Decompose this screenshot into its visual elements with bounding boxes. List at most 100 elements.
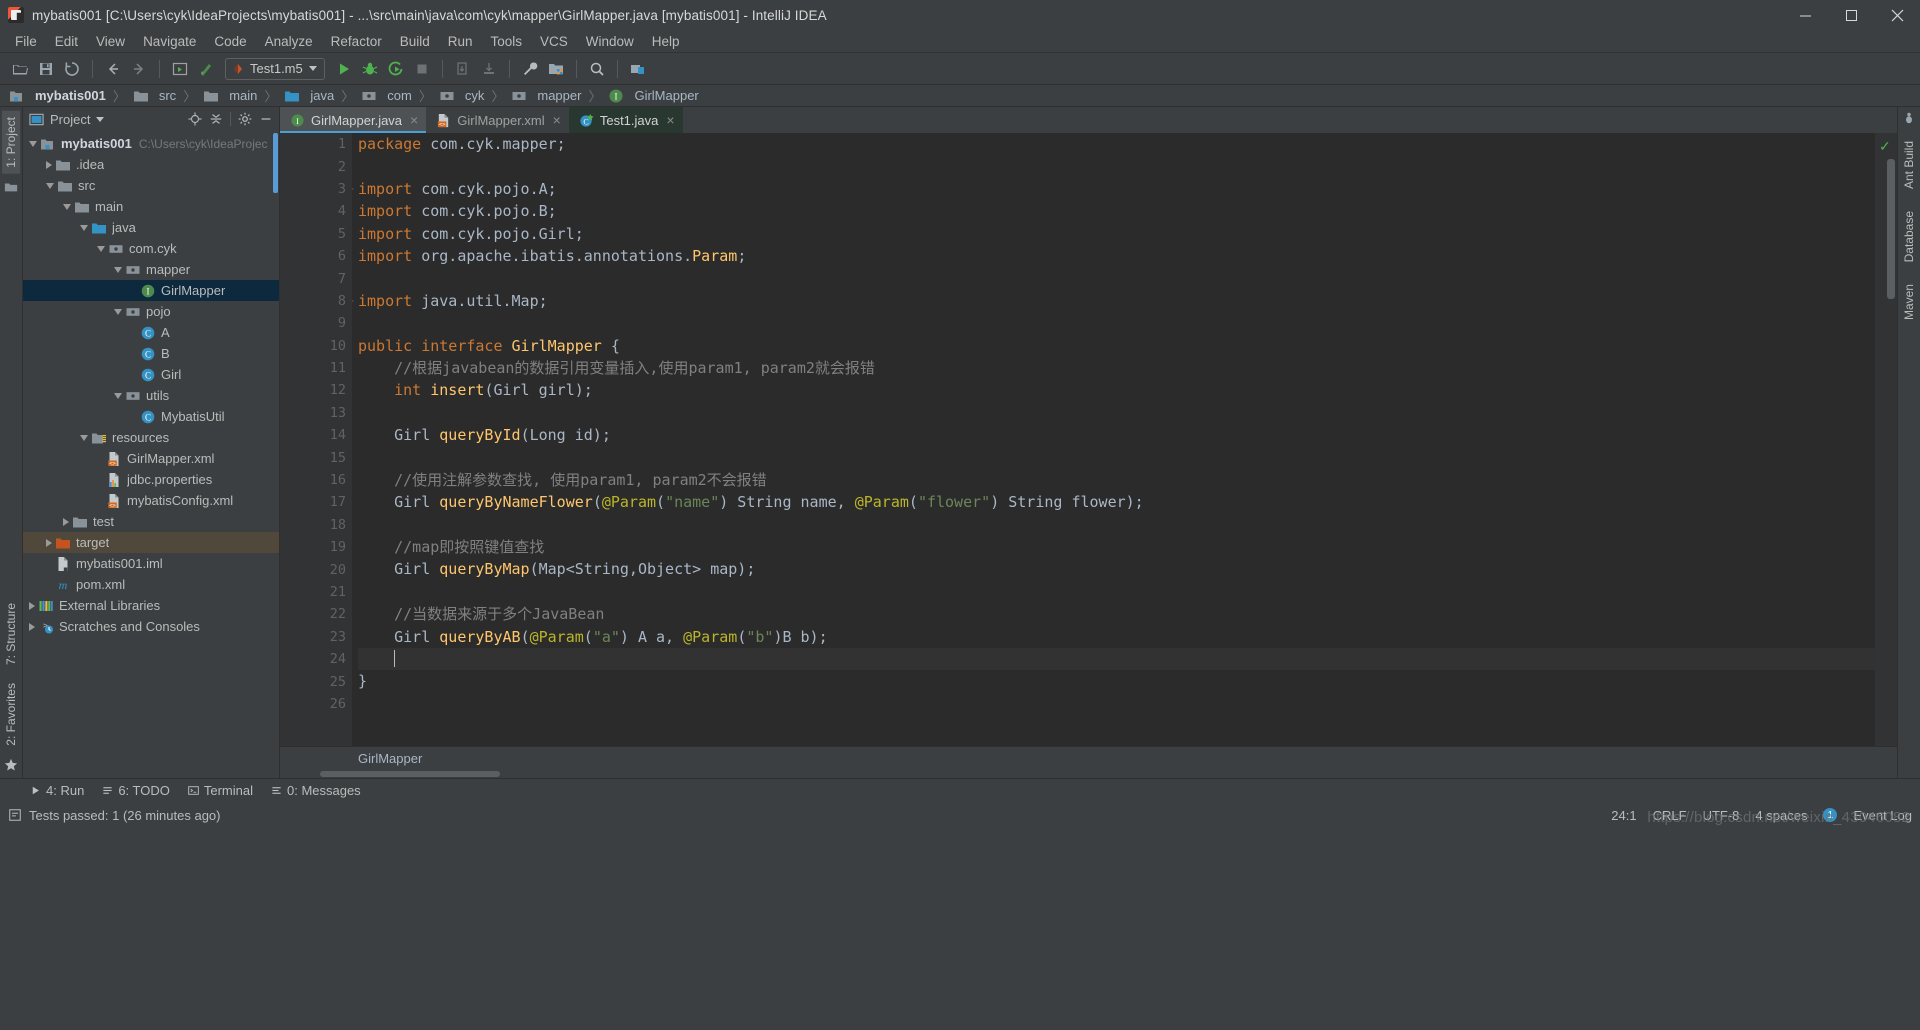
tree-node-main[interactable]: main: [23, 196, 279, 217]
code-line-9[interactable]: [358, 312, 1875, 334]
gutter-line-5[interactable]: 5: [280, 223, 352, 245]
tree-node-test[interactable]: test: [23, 511, 279, 532]
debug-icon[interactable]: [358, 57, 382, 81]
vertical-scrollbar-thumb[interactable]: [1887, 159, 1895, 299]
back-arrow-icon[interactable]: [101, 57, 125, 81]
tree-node-mapper[interactable]: mapper: [23, 259, 279, 280]
gutter-line-8[interactable]: 8: [280, 290, 352, 312]
gutter-line-6[interactable]: 6: [280, 245, 352, 267]
code-editor[interactable]: package com.cyk.mapper;─import com.cyk.p…: [352, 133, 1875, 746]
code-line-17[interactable]: Girl queryByNameFlower(@Param("name") St…: [358, 491, 1875, 513]
menu-refactor[interactable]: Refactor: [322, 30, 391, 53]
sidebar-tab-maven[interactable]: Maven: [1900, 278, 1918, 326]
tree-node-scratches-and-consoles[interactable]: >_ Scratches and Consoles: [23, 616, 279, 637]
tree-node-src[interactable]: src: [23, 175, 279, 196]
tool-window-messages[interactable]: 0: Messages: [271, 783, 361, 798]
sdk-icon[interactable]: [626, 57, 650, 81]
search-icon[interactable]: [585, 57, 609, 81]
chevron-down-icon[interactable]: [80, 434, 88, 441]
sync-icon[interactable]: [60, 57, 84, 81]
gutter-line-11[interactable]: 11: [280, 357, 352, 379]
code-fold-icon[interactable]: ─: [352, 178, 353, 200]
chevron-down-icon[interactable]: [46, 182, 54, 189]
breadcrumb-item-src[interactable]: src: [130, 88, 179, 104]
code-line-3[interactable]: ─ import com.cyk.pojo.A;: [352, 178, 1875, 200]
code-line-8[interactable]: ─ import java.util.Map;: [352, 290, 1875, 312]
run-anything-icon[interactable]: [168, 57, 192, 81]
chevron-down-icon[interactable]: [114, 266, 122, 273]
chevron-right-icon[interactable]: [29, 622, 35, 631]
breadcrumb-item-mybatis001[interactable]: mybatis001: [6, 88, 109, 104]
save-all-icon[interactable]: [34, 57, 58, 81]
gutter-line-18[interactable]: 18: [280, 514, 352, 536]
code-line-15[interactable]: [358, 446, 1875, 468]
line-separator[interactable]: CRLF: [1653, 808, 1687, 823]
sidebar-tab-ant-build[interactable]: Ant Build: [1900, 135, 1918, 195]
project-structure-icon[interactable]: [544, 57, 568, 81]
gutter-line-16[interactable]: 16: [280, 469, 352, 491]
gutter-line-25[interactable]: 25: [280, 670, 352, 692]
tree-node-mybatisconfig-xml[interactable]: <> mybatisConfig.xml: [23, 490, 279, 511]
breadcrumb-item-cyk[interactable]: cyk: [436, 88, 488, 104]
menu-tools[interactable]: Tools: [482, 30, 532, 53]
forward-arrow-icon[interactable]: [127, 57, 151, 81]
settings-gear-icon[interactable]: [236, 110, 254, 128]
sidebar-tab-structure[interactable]: 7: Structure: [2, 597, 20, 671]
code-line-7[interactable]: [358, 267, 1875, 289]
gutter-line-21[interactable]: 21: [280, 581, 352, 603]
indent-setting[interactable]: 4 spaces: [1755, 808, 1807, 823]
chevron-down-icon[interactable]: [114, 392, 122, 399]
gutter-line-7[interactable]: 7: [280, 267, 352, 289]
chevron-right-icon[interactable]: [63, 517, 69, 526]
gutter-line-23[interactable]: 23→: [280, 626, 368, 648]
code-line-20[interactable]: Girl queryByMap(Map<String,Object> map);: [358, 558, 1875, 580]
tree-node-com-cyk[interactable]: com.cyk: [23, 238, 279, 259]
compile-icon[interactable]: [194, 57, 218, 81]
code-line-18[interactable]: [358, 514, 1875, 536]
maximize-button[interactable]: [1828, 0, 1874, 30]
editor-gutter[interactable]: 12345678910→1112→1314→151617→181920→2122…: [280, 133, 368, 746]
breadcrumb-item-com[interactable]: com: [358, 88, 415, 104]
tree-node-pom-xml[interactable]: m pom.xml: [23, 574, 279, 595]
settings-wrench-icon[interactable]: [518, 57, 542, 81]
code-line-5[interactable]: import com.cyk.pojo.Girl;: [358, 223, 1875, 245]
gutter-line-26[interactable]: 26: [280, 693, 352, 715]
chevron-down-icon[interactable]: [308, 66, 317, 71]
close-icon[interactable]: ×: [666, 113, 674, 127]
chevron-right-icon[interactable]: [29, 601, 35, 610]
tree-node-mybatisutil[interactable]: C MybatisUtil: [23, 406, 279, 427]
menu-help[interactable]: Help: [643, 30, 689, 53]
commit-icon[interactable]: [477, 57, 501, 81]
chevron-down-icon[interactable]: [114, 308, 122, 315]
tab-girlmapper-xml[interactable]: <> GirlMapper.xml ×: [426, 107, 569, 133]
tree-node-pojo[interactable]: pojo: [23, 301, 279, 322]
tree-node-a[interactable]: CA: [23, 322, 279, 343]
tree-node-b[interactable]: CB: [23, 343, 279, 364]
chevron-down-icon[interactable]: [63, 203, 71, 210]
minimize-button[interactable]: [1782, 0, 1828, 30]
code-line-13[interactable]: [358, 402, 1875, 424]
code-line-10[interactable]: public interface GirlMapper {: [358, 335, 1875, 357]
breadcrumb-item-girlmapper[interactable]: I GirlMapper: [605, 88, 701, 104]
gutter-line-13[interactable]: 13: [280, 402, 352, 424]
breadcrumb-item-main[interactable]: main: [200, 88, 260, 104]
code-line-11[interactable]: //根据javabean的数据引用变量插入,使用param1, param2就会…: [358, 357, 1875, 379]
breadcrumb-item-java[interactable]: java: [281, 88, 337, 104]
run-configuration-selector[interactable]: Test1.m5: [225, 57, 325, 80]
editor-right-gutter[interactable]: ✓: [1875, 133, 1897, 746]
breadcrumb-item-mapper[interactable]: mapper: [508, 88, 584, 104]
gutter-line-22[interactable]: 22: [280, 603, 352, 625]
gutter-line-2[interactable]: 2: [280, 155, 352, 177]
code-line-12[interactable]: int insert(Girl girl);: [358, 379, 1875, 401]
code-line-6[interactable]: import org.apache.ibatis.annotations.Par…: [358, 245, 1875, 267]
stop-icon[interactable]: [410, 57, 434, 81]
tree-node-jdbc-properties[interactable]: jdbc.properties: [23, 469, 279, 490]
menu-edit[interactable]: Edit: [46, 30, 87, 53]
tree-node-utils[interactable]: utils: [23, 385, 279, 406]
tree-node-idea[interactable]: .idea: [23, 154, 279, 175]
tree-node-girlmapper-xml[interactable]: <> GirlMapper.xml: [23, 448, 279, 469]
code-line-19[interactable]: //map即按照键值查找: [358, 536, 1875, 558]
menu-run[interactable]: Run: [439, 30, 482, 53]
menu-view[interactable]: View: [87, 30, 134, 53]
gutter-line-3[interactable]: 3: [280, 178, 352, 200]
